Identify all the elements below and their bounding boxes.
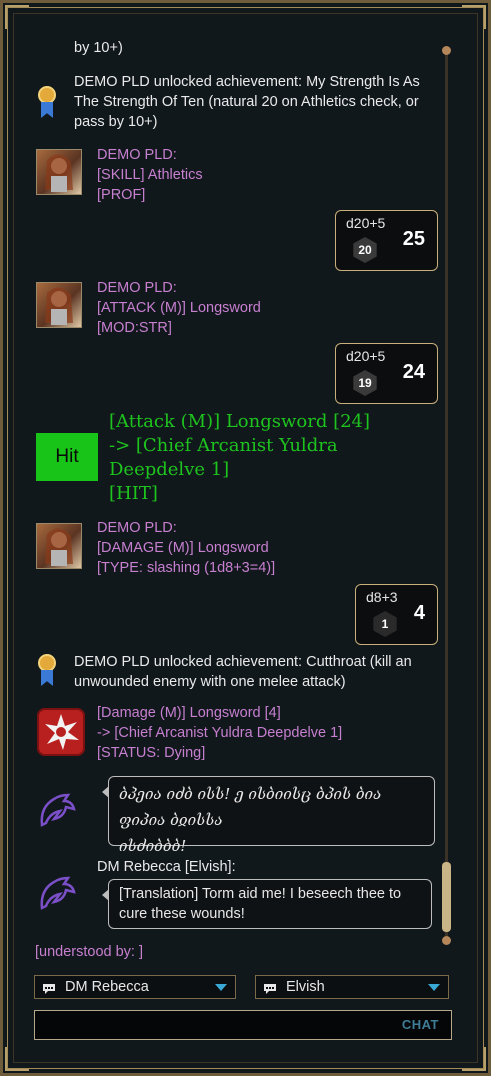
attack-result-text: [Attack (M)] Longsword [24] -> [Chief Ar… <box>109 410 409 506</box>
ribbon-medal-icon <box>36 86 58 120</box>
message-line: [MOD:STR] <box>97 320 172 336</box>
language-select-value: Elvish <box>286 979 325 995</box>
attack-result-line: [HIT] <box>109 483 158 504</box>
frame-corner <box>462 1047 486 1071</box>
message-line: [STATUS: Dying] <box>97 745 206 761</box>
understood-by-label: [understood by: ] <box>35 944 144 960</box>
message-sender: DEMO PLD: <box>97 280 177 296</box>
scrollbar-thumb[interactable] <box>442 862 451 932</box>
avatar[interactable] <box>36 149 82 195</box>
dice-roll-result[interactable]: d8+3 1 4 <box>355 584 438 645</box>
message-line: [PROF] <box>97 187 146 203</box>
message-line: [Damage (M)] Longsword [4] <box>97 705 281 721</box>
message-line: [ATTACK (M)] Longsword <box>97 300 261 316</box>
message-line: -> [Chief Arcanist Yuldra Deepdelve 1] <box>97 725 343 741</box>
roll-total: 4 <box>413 602 425 624</box>
elvish-text-line: ბპეია იძბ ისს! ე ისბიისც ბპის ბია ფიპია … <box>119 785 382 829</box>
message-block: DEMO PLD: [SKILL] Athletics [PROF] <box>97 145 203 205</box>
dice-roll-result[interactable]: d20+5 20 25 <box>335 210 438 271</box>
damage-splat-icon <box>37 708 85 756</box>
dice-roll-result[interactable]: d20+5 19 24 <box>335 343 438 404</box>
roll-formula: d20+5 <box>346 215 386 231</box>
chat-send-button[interactable]: CHAT <box>402 1017 439 1032</box>
hit-badge: Hit <box>36 433 98 481</box>
message-line: [TYPE: slashing (1d8+3=4)] <box>97 560 276 576</box>
speaker-select-value: DM Rebecca <box>65 979 149 995</box>
language-select[interactable]: Elvish <box>255 975 449 999</box>
chat-input[interactable]: CHAT <box>34 1010 452 1040</box>
roll-total: 24 <box>402 361 425 383</box>
d20-die-icon: 20 <box>353 237 377 263</box>
elvish-text-line: ისძიბბბ! <box>119 837 187 855</box>
d8-die-icon: 1 <box>373 611 397 637</box>
scrollbar-bottom-knob[interactable] <box>442 936 451 945</box>
speech-bubble-icon <box>263 980 277 994</box>
attack-result-line: [Attack (M)] Longsword [24] <box>109 411 371 432</box>
attack-result-line: -> [Chief Arcanist Yuldra <box>109 435 338 456</box>
chat-bubble: [Translation] Torm aid me! I beseech the… <box>102 879 432 929</box>
message-block: DEMO PLD: [DAMAGE (M)] Longsword [TYPE: … <box>97 518 275 578</box>
speaker-select[interactable]: DM Rebecca <box>34 975 236 999</box>
frame-corner <box>5 1047 29 1071</box>
roll-formula: d8+3 <box>366 589 398 605</box>
avatar[interactable] <box>36 282 82 328</box>
message-block: [Damage (M)] Longsword [4] -> [Chief Arc… <box>97 703 342 763</box>
message-sender: DEMO PLD: <box>97 147 177 163</box>
dragon-emblem-icon <box>36 787 80 831</box>
scrollbar-top-knob[interactable] <box>442 46 451 55</box>
message-sender: DM Rebecca [Elvish]: <box>97 859 236 875</box>
chat-bubble: ბპეია იძბ ისს! ე ისბიისც ბპის ბია ფიპია … <box>102 776 435 855</box>
message-line: [DAMAGE (M)] Longsword <box>97 540 269 556</box>
speech-bubble-icon <box>42 980 56 994</box>
translation-text: [Translation] Torm aid me! I beseech the… <box>119 886 402 922</box>
frame-corner <box>5 5 29 29</box>
frame-corner <box>462 5 486 29</box>
chevron-down-icon[interactable] <box>215 984 227 991</box>
roll-formula: d20+5 <box>346 348 386 364</box>
d20-die-icon: 19 <box>353 370 377 396</box>
roll-total: 25 <box>402 228 425 250</box>
message-sender: DEMO PLD: <box>97 520 177 536</box>
ribbon-medal-icon <box>36 654 58 688</box>
scrollbar-track[interactable] <box>445 48 448 938</box>
dragon-emblem-icon <box>36 870 80 914</box>
attack-result-line: Deepdelve 1] <box>109 459 230 480</box>
message-block: DEMO PLD: [ATTACK (M)] Longsword [MOD:ST… <box>97 278 261 338</box>
log-fragment: by 10+) <box>74 40 123 56</box>
achievement-text: DEMO PLD unlocked achievement: My Streng… <box>74 74 420 130</box>
chevron-down-icon[interactable] <box>428 984 440 991</box>
achievement-text: DEMO PLD unlocked achievement: Cutthroat… <box>74 654 412 690</box>
avatar[interactable] <box>36 523 82 569</box>
message-line: [SKILL] Athletics <box>97 167 203 183</box>
